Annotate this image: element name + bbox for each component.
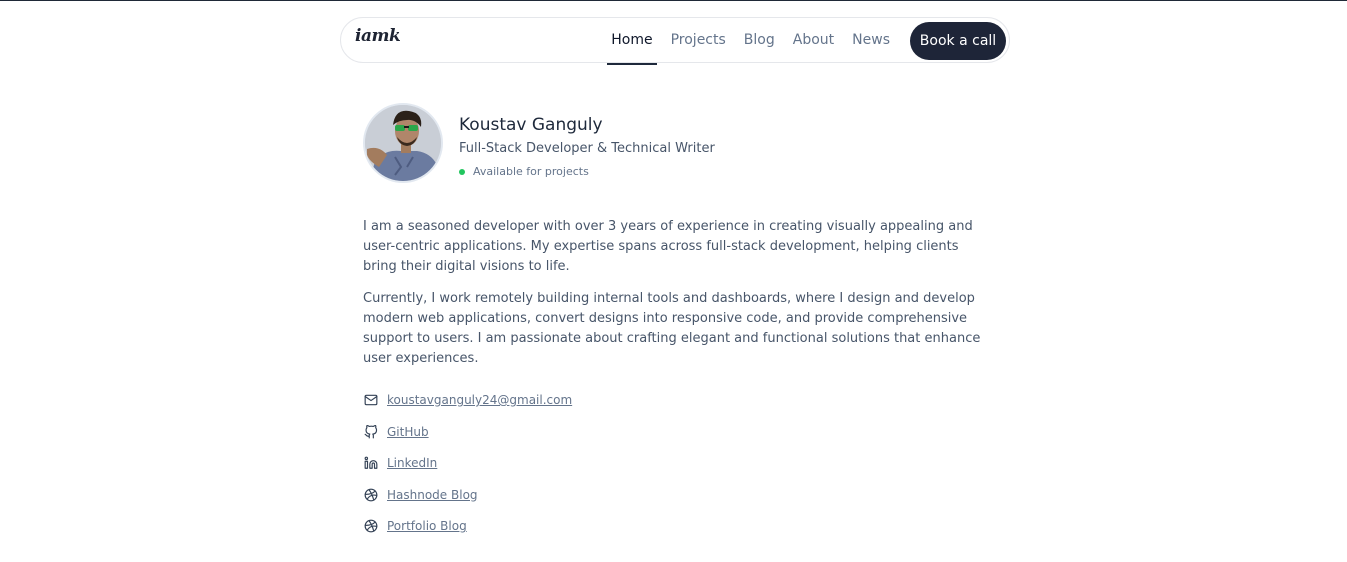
bio-section: I am a seasoned developer with over 3 ye… [363, 217, 988, 381]
hashnode-blog-link[interactable]: Hashnode Blog [387, 488, 478, 502]
profile-name: Koustav Ganguly [459, 115, 603, 135]
link-item-linkedin: LinkedIn [363, 453, 763, 473]
portfolio-blog-link[interactable]: Portfolio Blog [387, 519, 467, 533]
nav-links: Home Projects Blog About News [602, 18, 899, 65]
link-item-portfolio: Portfolio Blog [363, 516, 763, 536]
nav-link-news[interactable]: News [843, 18, 899, 64]
github-link[interactable]: GitHub [387, 425, 429, 439]
link-item-email: koustavganguly24@gmail.com [363, 390, 763, 410]
mail-icon [363, 392, 379, 408]
dribbble-icon [363, 518, 379, 534]
nav-link-blog[interactable]: Blog [735, 18, 784, 64]
avatar [363, 103, 443, 183]
email-link[interactable]: koustavganguly24@gmail.com [387, 393, 572, 407]
nav-link-about[interactable]: About [784, 18, 843, 64]
nav-link-home[interactable]: Home [602, 18, 661, 65]
linkedin-icon [363, 455, 379, 471]
site-logo[interactable]: iamk [355, 26, 401, 46]
link-item-hashnode: Hashnode Blog [363, 485, 763, 505]
availability-status: Available for projects [459, 165, 589, 178]
bio-paragraph-1: I am a seasoned developer with over 3 ye… [363, 219, 973, 274]
book-call-button[interactable]: Book a call [910, 22, 1006, 60]
avatar-photo [365, 105, 441, 181]
link-item-github: GitHub [363, 422, 763, 442]
dribbble-icon [363, 487, 379, 503]
github-icon [363, 424, 379, 440]
status-dot-icon [459, 168, 465, 175]
profile-role: Full-Stack Developer & Technical Writer [459, 141, 715, 156]
navbar: iamk Home Projects Blog About News Book … [340, 17, 1010, 65]
bio-paragraph-2: Currently, I work remotely building inte… [363, 291, 981, 366]
status-label: Available for projects [473, 165, 589, 178]
profile-header: Koustav Ganguly Full-Stack Developer & T… [363, 103, 1003, 193]
nav-link-projects[interactable]: Projects [662, 18, 735, 64]
contact-links: koustavganguly24@gmail.com GitHub Linked… [363, 390, 763, 548]
linkedin-link[interactable]: LinkedIn [387, 456, 437, 470]
